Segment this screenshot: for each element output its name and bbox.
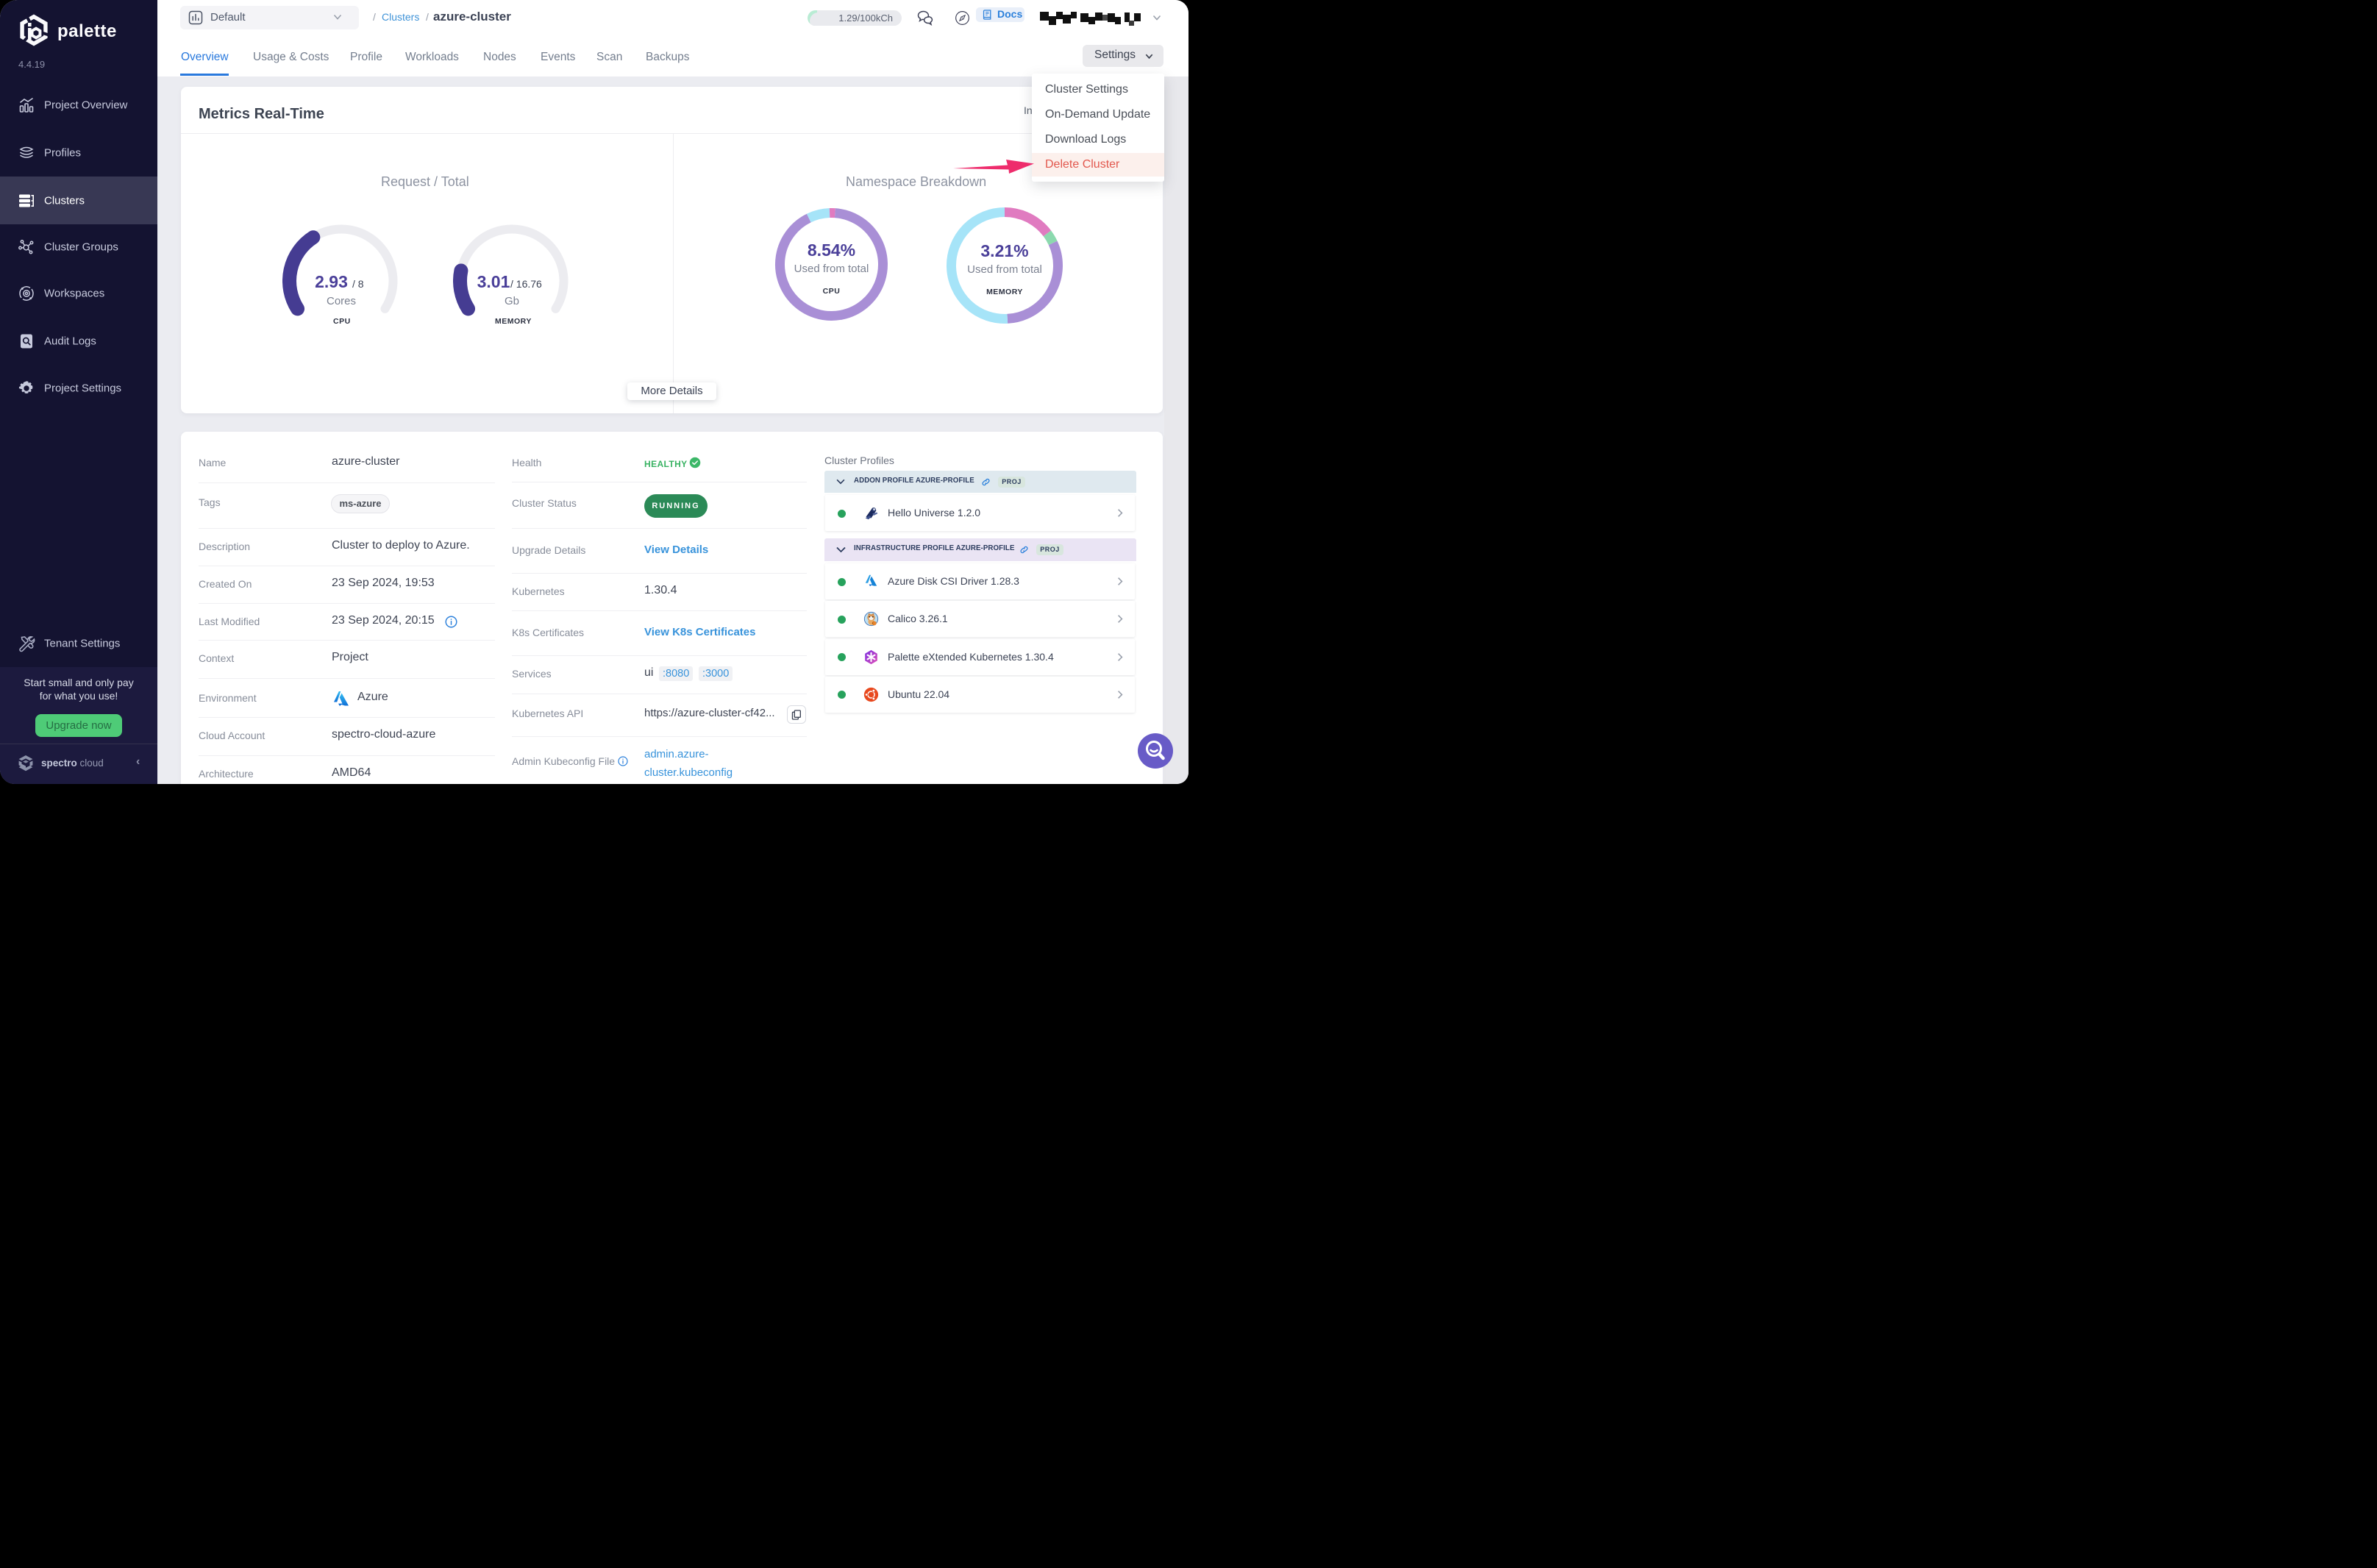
svg-text:8.54%: 8.54% [808,240,855,260]
svg-text:Used from total: Used from total [794,263,869,275]
svg-text:Used from total: Used from total [967,263,1042,276]
svg-text:3.21%: 3.21% [980,241,1028,260]
svg-text:3.01: 3.01 [477,272,510,291]
svg-text:/ 8: / 8 [352,278,364,290]
svg-text:Gb: Gb [505,295,519,307]
svg-text:2.93: 2.93 [315,272,348,291]
svg-text:Cores: Cores [327,295,356,307]
svg-text:CPU: CPU [823,287,841,296]
svg-text:MEMORY: MEMORY [986,288,1023,296]
svg-text:/ 16.76: / 16.76 [510,278,542,290]
